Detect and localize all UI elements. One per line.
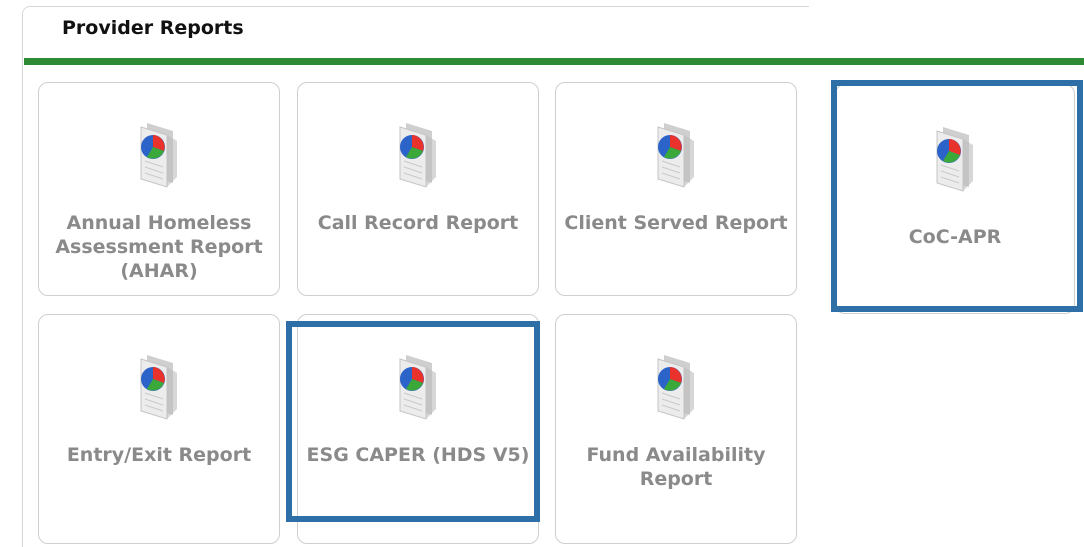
- report-tile-esg-caper[interactable]: ESG CAPER (HDS V5): [297, 314, 539, 544]
- report-label: ESG CAPER (HDS V5): [306, 444, 530, 466]
- report-tile-entry-exit[interactable]: Entry/Exit Report: [38, 314, 280, 544]
- pie-chart-report-icon: [399, 355, 436, 420]
- report-label: Client Served Report: [564, 212, 788, 234]
- pie-chart-report-icon: [399, 123, 436, 188]
- report-tile-call-record[interactable]: Call Record Report: [297, 82, 539, 296]
- pie-chart-report-icon: [657, 123, 694, 188]
- pie-chart-report-icon: [657, 355, 694, 420]
- report-label: Call Record Report: [317, 212, 519, 234]
- header-divider: [24, 58, 1084, 65]
- pie-chart-report-icon: [140, 355, 177, 420]
- pie-chart-report-icon: [936, 127, 973, 192]
- report-tile-fund-availability[interactable]: Fund Availability Report: [555, 314, 797, 544]
- report-label: CoC-APR: [908, 226, 1002, 248]
- report-label: Entry/Exit Report: [66, 444, 252, 466]
- report-label: Fund Availability Report: [586, 444, 766, 490]
- report-label: Annual Homeless Assessment Report (AHAR): [55, 212, 263, 282]
- pie-chart-report-icon: [140, 123, 177, 188]
- report-tile-ahar[interactable]: Annual Homeless Assessment Report (AHAR): [38, 82, 280, 296]
- report-tile-client-served[interactable]: Client Served Report: [555, 82, 797, 296]
- panel-title: Provider Reports: [62, 17, 244, 39]
- report-tile-coc-apr[interactable]: CoC-APR: [835, 84, 1075, 314]
